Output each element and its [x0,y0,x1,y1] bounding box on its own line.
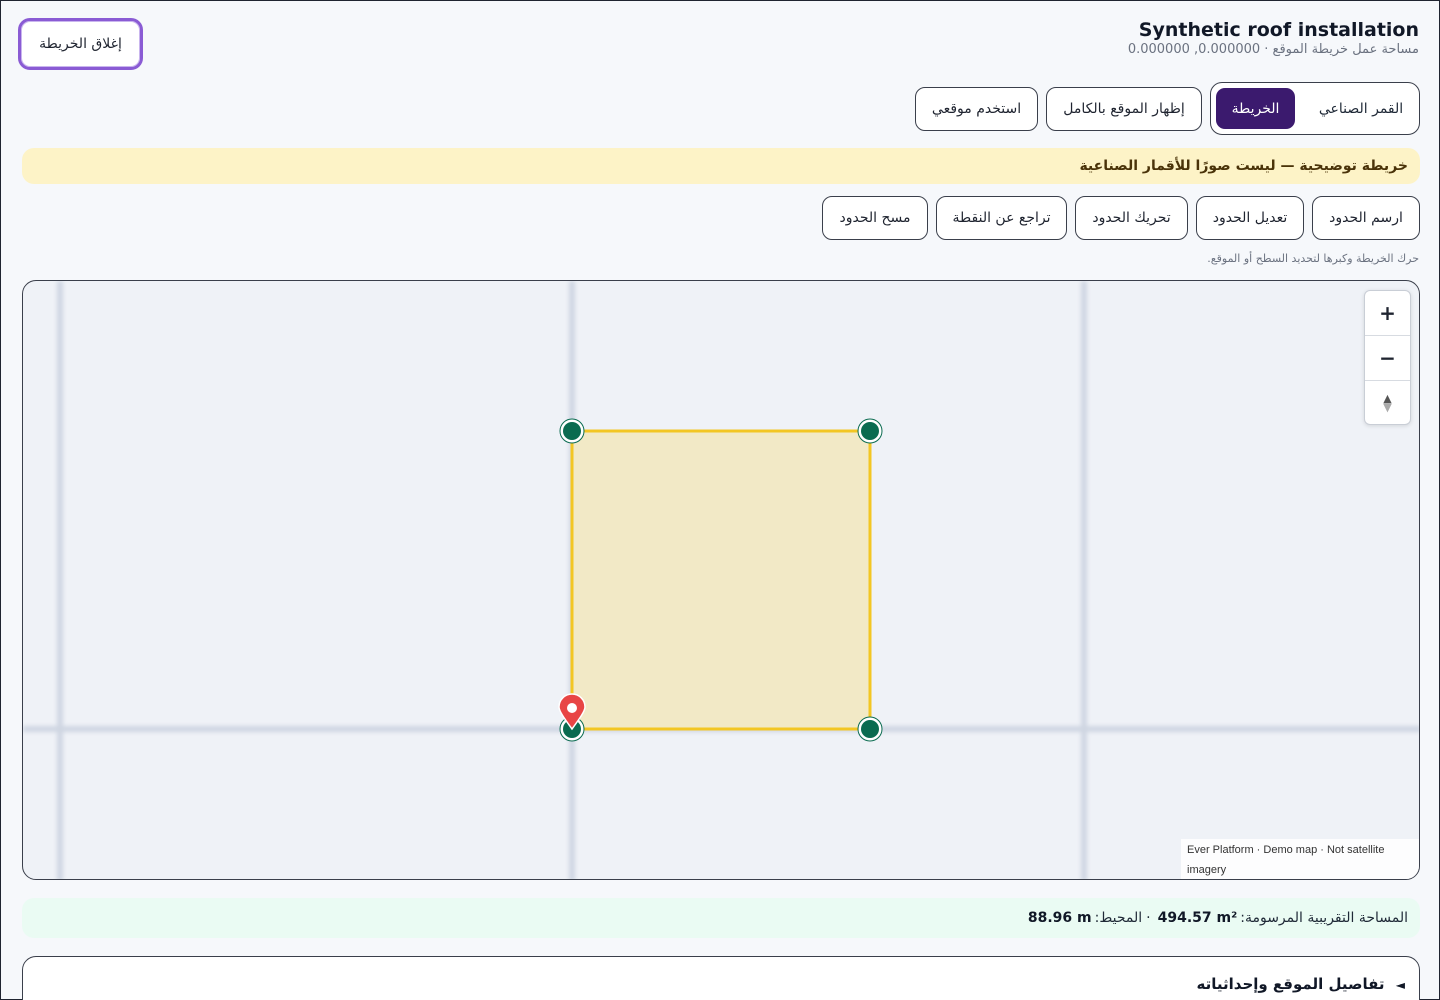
map-hint: حرك الخريطة وكبرها لتحديد السطح أو الموق… [1207,252,1419,265]
zoom-out-button[interactable]: − [1365,336,1410,380]
summary-separator: · [1146,910,1151,926]
use-my-location-button[interactable]: استخدم موقعي [915,87,1038,131]
site-details-label: تفاصيل الموقع وإحداثياته [1196,975,1385,993]
undo-point-button[interactable]: تراجع عن النقطة [936,196,1067,240]
perimeter-label: المحيط: [1094,910,1143,926]
tab-map[interactable]: الخريطة [1216,88,1295,129]
close-map-button[interactable]: إغلاق الخريطة [18,18,143,70]
draw-boundary-button[interactable]: ارسم الحدود [1312,196,1420,240]
clear-boundary-button[interactable]: مسح الحدود [822,196,928,240]
compass-reset-button[interactable]: ▲ ▼ [1365,381,1410,425]
page-title: Synthetic roof installation [1138,19,1419,41]
tab-satellite[interactable]: القمر الصناعي [1307,88,1415,129]
map-attribution: Ever Platform · Demo map · Not satellite… [1181,839,1419,879]
site-details-panel[interactable]: ◄ تفاصيل الموقع وإحداثياته [22,956,1420,1000]
boundary-vertex[interactable] [857,418,883,444]
zoom-in-button[interactable]: + [1365,291,1410,335]
area-summary: المساحة التقريبية المرسومة: 494.57 m² · … [22,898,1420,938]
area-label: المساحة التقريبية المرسومة: [1240,910,1408,926]
area-value: 494.57 m² [1157,910,1238,926]
page-subtitle: مساحة عمل خريطة الموقع · 0.000000, 0.000… [1127,42,1419,57]
boundary-vertex[interactable] [857,716,883,742]
show-full-site-button[interactable]: إظهار الموقع بالكامل [1046,87,1202,131]
perimeter-value: 88.96 m [1027,910,1092,926]
demo-map-banner: خريطة توضيحية — ليست صورًا للأقمار الصنا… [22,148,1420,184]
roof-boundary-polygon[interactable] [570,429,872,731]
expand-toggle-icon: ◄ [1395,978,1405,992]
edit-boundary-button[interactable]: تعديل الحدود [1196,196,1304,240]
map-canvas[interactable]: + − ▲ ▼ Ever Platform · Demo map · Not s… [22,280,1420,880]
boundary-vertex[interactable] [559,418,585,444]
map-view-toggle: القمر الصناعي الخريطة [1210,82,1420,135]
street-vertical [57,281,63,879]
street-vertical [1081,281,1087,879]
zoom-controls: + − ▲ ▼ [1364,290,1411,425]
banner-text: خريطة توضيحية — ليست صورًا للأقمار الصنا… [1079,158,1408,174]
map-svg [23,281,1419,879]
move-boundary-button[interactable]: تحريك الحدود [1075,196,1188,240]
site-details-title[interactable]: ◄ تفاصيل الموقع وإحداثياته [1197,975,1405,993]
